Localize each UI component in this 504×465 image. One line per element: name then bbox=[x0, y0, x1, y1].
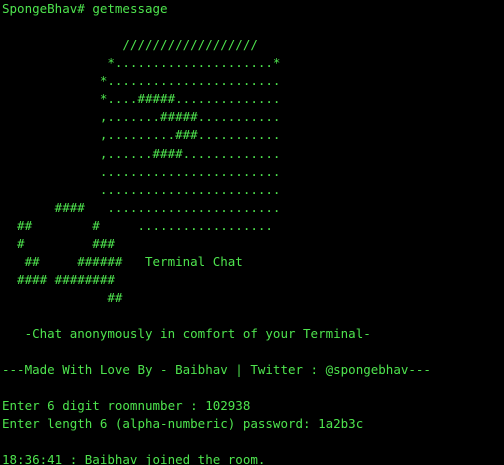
ascii-art-line: #### ######## bbox=[2, 272, 115, 288]
ascii-art-logo: ////////////////// *....................… bbox=[2, 36, 504, 307]
credits-line: ---Made With Love By - Baibhav | Twitter… bbox=[2, 362, 431, 378]
ascii-art-line-title: ## ###### Terminal Chat bbox=[2, 254, 243, 270]
terminal-window[interactable]: SpongeBhav# getmessage /////////////////… bbox=[0, 0, 504, 465]
room-number-input[interactable]: 102938 bbox=[205, 398, 250, 413]
ascii-art-line: ## bbox=[2, 290, 123, 306]
tagline: -Chat anonymously in comfort of your Ter… bbox=[2, 326, 371, 342]
password-label: Enter length 6 (alpha-numberic) password… bbox=[2, 416, 319, 432]
ascii-art-line: # ### bbox=[2, 236, 115, 252]
room-number-label: Enter 6 digit roomnumber : bbox=[2, 398, 206, 414]
ascii-art-line: ,......####............. bbox=[2, 145, 281, 161]
ascii-art-line: ,.......#####........... bbox=[2, 109, 281, 125]
prompt-command: getmessage bbox=[92, 1, 168, 16]
command-line: SpongeBhav# getmessage bbox=[2, 0, 504, 18]
password-input[interactable]: 1a2b3c bbox=[318, 416, 363, 431]
ascii-art-line: #### ....................... bbox=[2, 199, 281, 215]
ascii-art-line: ........................ bbox=[2, 163, 281, 179]
password-prompt: Enter length 6 (alpha-numberic) password… bbox=[2, 415, 504, 433]
ascii-art-line: ........................ bbox=[2, 181, 281, 197]
room-number-prompt: Enter 6 digit roomnumber : 102938 bbox=[2, 397, 504, 415]
prompt-user-host: SpongeBhav# bbox=[2, 1, 85, 16]
ascii-art-line: ## # .................. bbox=[2, 217, 273, 233]
status-message: 18:36:41 : Baibhav joined the room. bbox=[2, 452, 266, 465]
ascii-art-line: ////////////////// bbox=[2, 37, 258, 52]
ascii-art-line: ,.........###........... bbox=[2, 127, 281, 143]
ascii-art-line: *....#####.............. bbox=[2, 91, 281, 107]
ascii-art-line: *....................... bbox=[2, 73, 281, 89]
ascii-art-line: *.....................* bbox=[2, 55, 281, 71]
